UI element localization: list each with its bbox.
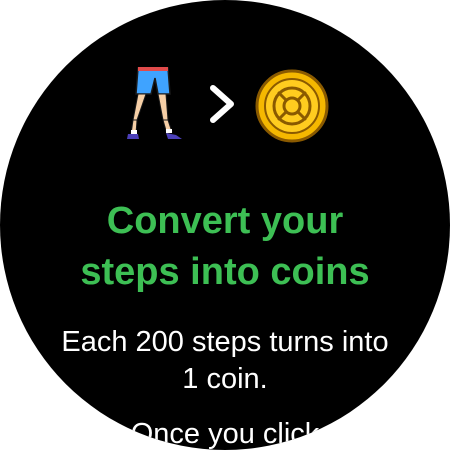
- more-text: Once you click: [130, 418, 320, 450]
- description-text: Each 200 steps turns into 1 coin.: [0, 324, 450, 398]
- chevron-right-icon: [210, 85, 234, 123]
- coin-icon: [255, 69, 329, 143]
- page-title: Convert your steps into coins: [0, 196, 450, 298]
- description-line-2: 1 coin.: [182, 363, 268, 395]
- description-line-1: Each 200 steps turns into: [61, 326, 389, 358]
- watch-screen[interactable]: Convert your steps into coins Each 200 s…: [0, 0, 450, 450]
- title-line-1: Convert your: [106, 200, 344, 242]
- title-line-2: steps into coins: [80, 251, 370, 293]
- walking-legs-icon: [127, 67, 182, 139]
